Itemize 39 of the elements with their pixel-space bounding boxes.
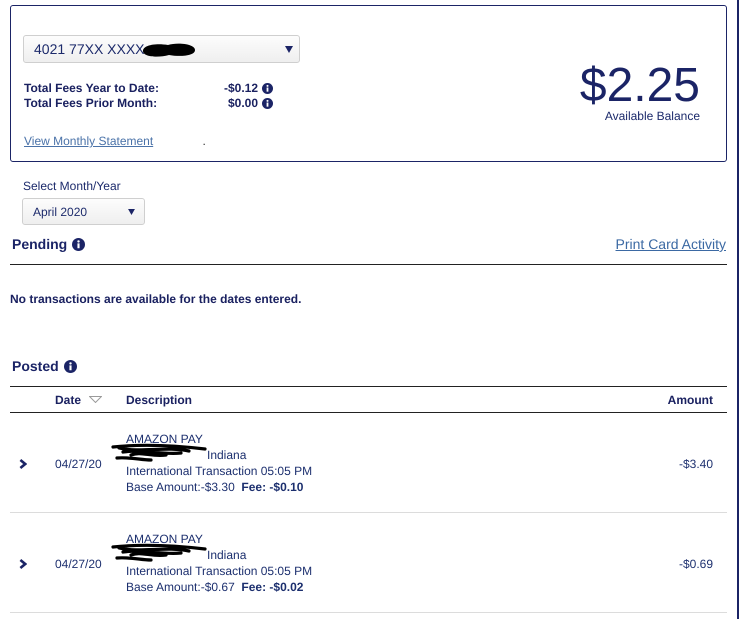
fee-value: -$0.12 bbox=[222, 81, 258, 96]
amount-breakdown: Base Amount:-$3.30 Fee: -$0.10 bbox=[126, 478, 304, 494]
fee-label: Total Fees Year to Date: bbox=[24, 81, 160, 96]
transaction-detail: International Transaction 05:05 PM bbox=[126, 462, 314, 478]
merchant-name: AMAZON PAY bbox=[126, 530, 204, 546]
column-header[interactable]: Date bbox=[55, 392, 82, 406]
info-icon[interactable] bbox=[64, 360, 77, 372]
location-text: Indiana bbox=[207, 548, 246, 562]
account-select[interactable]: 4021 77XX XXXX bbox=[23, 35, 300, 63]
column-header: Description bbox=[126, 392, 192, 406]
info-icon[interactable] bbox=[262, 83, 273, 94]
merchant-name: AMAZON PAY bbox=[126, 430, 204, 446]
balance-amount: $2.25 bbox=[580, 62, 700, 108]
caret-icon bbox=[128, 208, 135, 214]
transaction-detail: International Transaction 05:05 PM bbox=[126, 562, 314, 578]
amount-cell-text: -$3.40 bbox=[678, 456, 714, 470]
balance-label: Available Balance bbox=[604, 108, 700, 122]
empty-message: No transactions are available for the dates entered. bbox=[10, 292, 302, 306]
sort-icon[interactable] bbox=[89, 396, 102, 403]
info-icon[interactable] bbox=[262, 98, 273, 109]
amount-breakdown: Base Amount:-$0.67 Fee: -$0.02 bbox=[126, 578, 304, 594]
info-icon[interactable] bbox=[72, 238, 86, 250]
date-cell-text: 04/27/20 bbox=[55, 456, 103, 470]
amount-cell-text: -$0.69 bbox=[678, 556, 714, 570]
caret-icon bbox=[285, 46, 293, 52]
section-title: Pending bbox=[12, 236, 68, 252]
fee-label: Total Fees Prior Month: bbox=[24, 96, 158, 111]
chevron-icon[interactable] bbox=[19, 458, 27, 468]
column-header: Amount bbox=[668, 392, 713, 406]
statement-link[interactable]: View Monthly Statement bbox=[24, 134, 154, 148]
field-label: Select Month/Year bbox=[23, 179, 122, 193]
month-select[interactable]: April 2020 bbox=[22, 198, 145, 225]
print-activity-link[interactable]: Print Card Activity bbox=[616, 236, 726, 252]
chevron-icon[interactable] bbox=[19, 558, 27, 568]
period-text: . bbox=[202, 134, 206, 148]
date-cell-text: 04/27/20 bbox=[55, 556, 103, 570]
section-title: Posted bbox=[12, 358, 59, 374]
location-text: Indiana bbox=[207, 448, 246, 462]
fee-value: $0.00 bbox=[226, 96, 258, 111]
